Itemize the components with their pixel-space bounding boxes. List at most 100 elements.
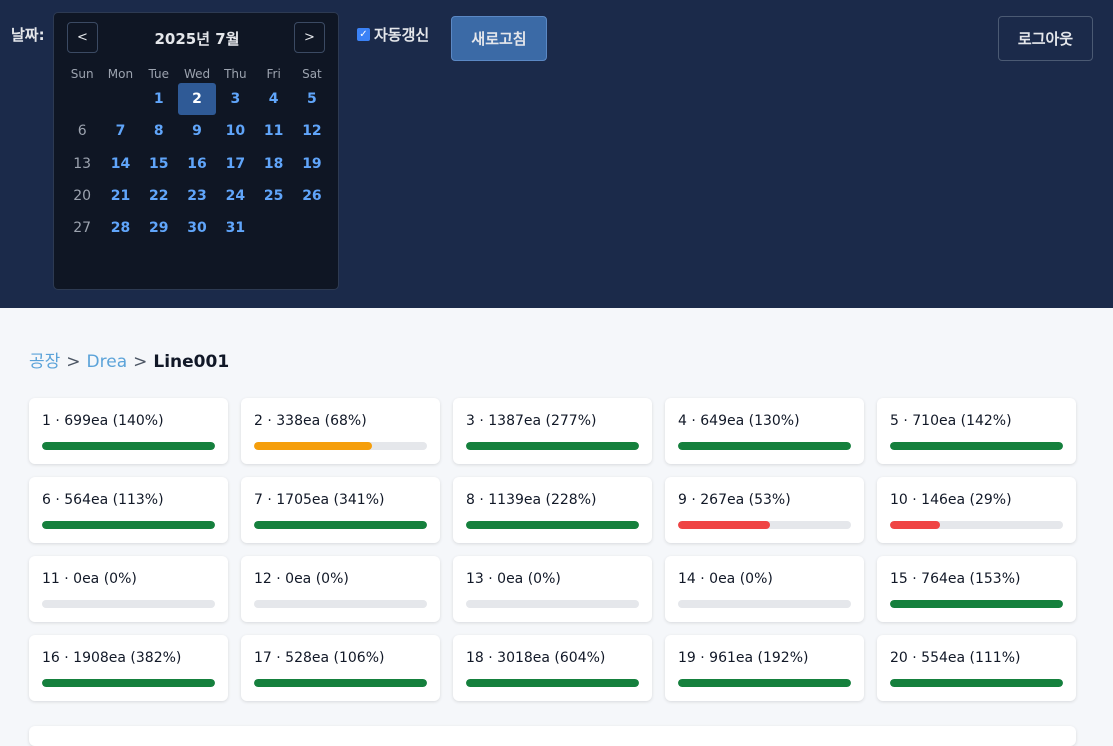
station-card-label: 4 · 649ea (130%) [678,413,800,429]
calendar-day[interactable]: 4 [254,83,292,115]
station-card-label: 1 · 699ea (140%) [42,413,164,429]
station-card[interactable]: 1 · 699ea (140%) [29,398,228,464]
calendar-day-number: 28 [110,220,131,237]
calendar-day-number: 4 [268,91,279,108]
calendar-day[interactable]: 10 [216,115,254,147]
next-month-button[interactable]: > [294,22,325,53]
progress-bar-track [42,679,215,687]
calendar-day[interactable]: 19 [293,148,331,180]
calendar-day[interactable]: 28 [101,212,139,244]
breadcrumb: 공장 > Drea > Line001 [29,347,229,372]
calendar-day[interactable]: 17 [216,148,254,180]
checkbox-checked-icon[interactable]: ✓ [357,28,370,41]
top-header: 날짜: < 2025년 7월 > Sun Mon Tue Wed Thu Fri Sat 1 2… [0,0,1113,308]
progress-bar-track [254,679,427,687]
progress-bar-fill [42,521,215,529]
calendar-day[interactable]: 29 [140,212,178,244]
auto-refresh-toggle[interactable]: ✓ 자동갱신 [357,24,429,45]
calendar-day-number: 1 [153,91,164,108]
calendar-day[interactable]: 31 [216,212,254,244]
calendar-day[interactable]: 30 [178,212,216,244]
station-card-label: 15 · 764ea (153%) [890,571,1021,587]
calendar-day[interactable]: 12 [293,115,331,147]
breadcrumb-link-factory[interactable]: 공장 [29,347,60,372]
progress-bar-fill [890,679,1063,687]
calendar-day: 6 [63,115,101,147]
calendar-day[interactable]: 5 [293,83,331,115]
calendar-day-selected[interactable]: 2 [178,83,217,116]
station-card[interactable]: 20 · 554ea (111%) [877,635,1076,701]
calendar-day[interactable]: 8 [140,115,178,147]
station-card[interactable]: 18 · 3018ea (604%) [453,635,652,701]
weekday-header: Sun [70,67,94,81]
calendar-day[interactable]: 14 [101,148,139,180]
calendar-day[interactable]: 1 [140,83,178,115]
calendar-day[interactable]: 11 [254,115,292,147]
station-card[interactable]: 11 · 0ea (0%) [29,556,228,622]
progress-bar-track [466,679,639,687]
progress-bar-track [890,442,1063,450]
calendar-day[interactable]: 15 [140,148,178,180]
calendar-day[interactable]: 24 [216,180,254,212]
calendar-day[interactable]: 21 [101,180,139,212]
calendar-day-number: 3 [230,91,241,108]
calendar-day[interactable]: 23 [178,180,216,212]
calendar-day[interactable]: 25 [254,180,292,212]
logout-button[interactable]: 로그아웃 [998,16,1093,61]
station-card[interactable]: 7 · 1705ea (341%) [241,477,440,543]
weekday-header: Tue [148,67,169,81]
progress-bar-track [466,521,639,529]
calendar-day[interactable]: 3 [216,83,254,115]
station-card[interactable]: 17 · 528ea (106%) [241,635,440,701]
station-card-label: 16 · 1908ea (382%) [42,650,182,666]
calendar-day[interactable]: 9 [178,115,216,147]
calendar-day: 20 [63,180,101,212]
station-card-label: 10 · 146ea (29%) [890,492,1012,508]
station-card[interactable]: 10 · 146ea (29%) [877,477,1076,543]
calendar-day: 27 [63,212,101,244]
station-card-label: 7 · 1705ea (341%) [254,492,385,508]
weekday-header: Fri [266,67,281,81]
calendar-day[interactable]: 7 [101,115,139,147]
progress-bar-fill [42,679,215,687]
station-card[interactable]: 14 · 0ea (0%) [665,556,864,622]
progress-bar-fill [466,521,639,529]
breadcrumb-link-drea[interactable]: Drea [87,352,128,372]
station-card-label: 2 · 338ea (68%) [254,413,367,429]
lower-panel [29,726,1076,746]
station-card[interactable]: 4 · 649ea (130%) [665,398,864,464]
station-card[interactable]: 16 · 1908ea (382%) [29,635,228,701]
station-card[interactable]: 19 · 961ea (192%) [665,635,864,701]
station-card[interactable]: 8 · 1139ea (228%) [453,477,652,543]
progress-bar-track [890,679,1063,687]
calendar-day-number: 16 [187,155,207,172]
calendar-day[interactable]: 18 [254,148,292,180]
progress-bar-track [466,442,639,450]
progress-bar-fill [466,442,639,450]
progress-bar-fill [466,679,639,687]
refresh-button[interactable]: 새로고침 [451,16,547,61]
calendar-day[interactable]: 22 [140,180,178,212]
calendar-day-number: 20 [73,188,92,205]
station-card[interactable]: 6 · 564ea (113%) [29,477,228,543]
station-card[interactable]: 15 · 764ea (153%) [877,556,1076,622]
station-card[interactable]: 2 · 338ea (68%) [241,398,440,464]
calendar-day-number: 19 [302,155,322,172]
progress-bar-track [678,521,851,529]
calendar-empty-cell [254,212,292,244]
station-card[interactable]: 5 · 710ea (142%) [877,398,1076,464]
station-card[interactable]: 13 · 0ea (0%) [453,556,652,622]
progress-bar-track [890,521,1063,529]
weekday-header: Mon [107,67,134,81]
station-card[interactable]: 9 · 267ea (53%) [665,477,864,543]
calendar-day-number: 7 [115,123,126,140]
station-card[interactable]: 3 · 1387ea (277%) [453,398,652,464]
calendar-day[interactable]: 26 [293,180,331,212]
calendar-day-number: 29 [149,220,169,237]
calendar-day[interactable]: 16 [178,148,216,180]
progress-bar-track [42,521,215,529]
station-card-label: 6 · 564ea (113%) [42,492,164,508]
progress-bar-fill [42,442,215,450]
progress-bar-fill [254,679,427,687]
station-card[interactable]: 12 · 0ea (0%) [241,556,440,622]
